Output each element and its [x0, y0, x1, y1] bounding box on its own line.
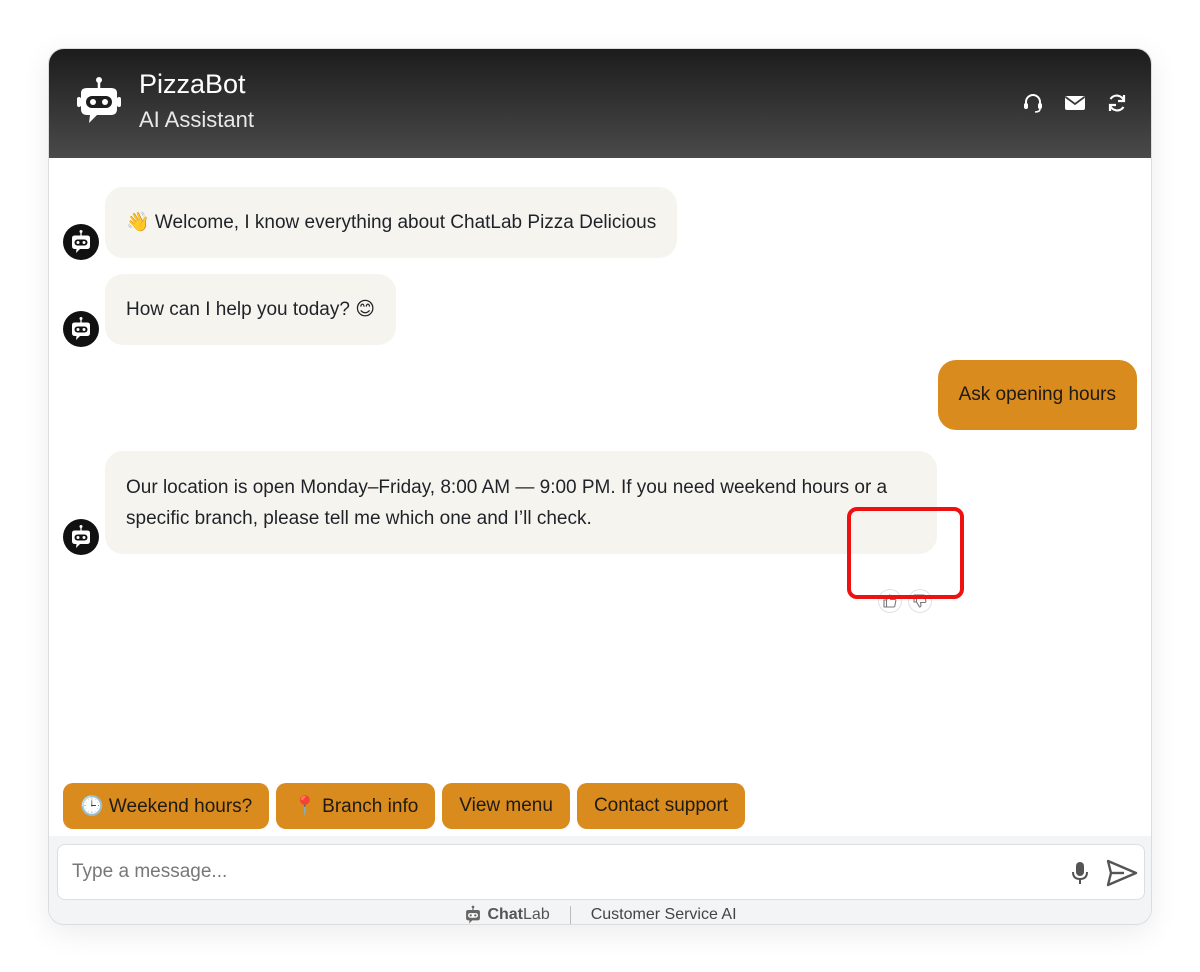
quick-replies: 🕒 Weekend hours? 📍 Branch info View menu… — [63, 783, 746, 829]
footer-divider — [569, 906, 571, 924]
message-input-box — [57, 844, 1145, 900]
bot-avatar — [63, 311, 99, 347]
message-input[interactable] — [58, 845, 1048, 899]
chat-window: PizzaBot AI Assistant 👋 Welcome, I know … — [48, 48, 1152, 925]
robot-logo-icon — [77, 77, 121, 123]
chat-header: PizzaBot AI Assistant — [49, 49, 1151, 158]
bot-message: 👋 Welcome, I know everything about ChatL… — [105, 187, 678, 258]
bot-subtitle: AI Assistant — [139, 107, 254, 132]
send-icon[interactable] — [1106, 858, 1138, 888]
quick-reply-view-menu[interactable]: View menu — [442, 783, 570, 829]
footer-tagline: Customer Service AI — [590, 906, 737, 923]
bot-title: PizzaBot — [139, 69, 246, 99]
bot-avatar — [63, 224, 99, 260]
headset-icon[interactable] — [1021, 91, 1045, 115]
chatlab-brand: ChatLab — [463, 905, 550, 924]
microphone-icon[interactable] — [1068, 860, 1092, 886]
quick-reply-weekend-hours[interactable]: 🕒 Weekend hours? — [63, 783, 270, 829]
robot-avatar-icon — [72, 230, 90, 253]
refresh-icon[interactable] — [1105, 91, 1129, 115]
bot-message-text: Our location is open Monday–Friday, 8:00… — [126, 477, 888, 529]
bot-message: How can I help you today? 😊 — [105, 274, 397, 345]
message-list: 👋 Welcome, I know everything about ChatL… — [49, 158, 1151, 778]
brand-chat: Chat — [487, 906, 524, 923]
quick-reply-branch-info[interactable]: 📍 Branch info — [276, 783, 436, 829]
bot-message: Our location is open Monday–Friday, 8:00… — [105, 451, 937, 554]
user-message: Ask opening hours — [937, 360, 1137, 430]
footer: ChatLab Customer Service AI — [49, 904, 1151, 924]
highlight-box — [847, 507, 964, 599]
chatlab-logo-icon — [466, 905, 481, 924]
robot-avatar-icon — [72, 317, 90, 340]
bot-avatar — [63, 519, 99, 555]
composer: ChatLab Customer Service AI — [49, 836, 1151, 924]
brand-lab: Lab — [523, 906, 550, 923]
quick-reply-contact-support[interactable]: Contact support — [576, 783, 746, 829]
mail-icon[interactable] — [1063, 91, 1087, 115]
robot-avatar-icon — [72, 525, 90, 548]
